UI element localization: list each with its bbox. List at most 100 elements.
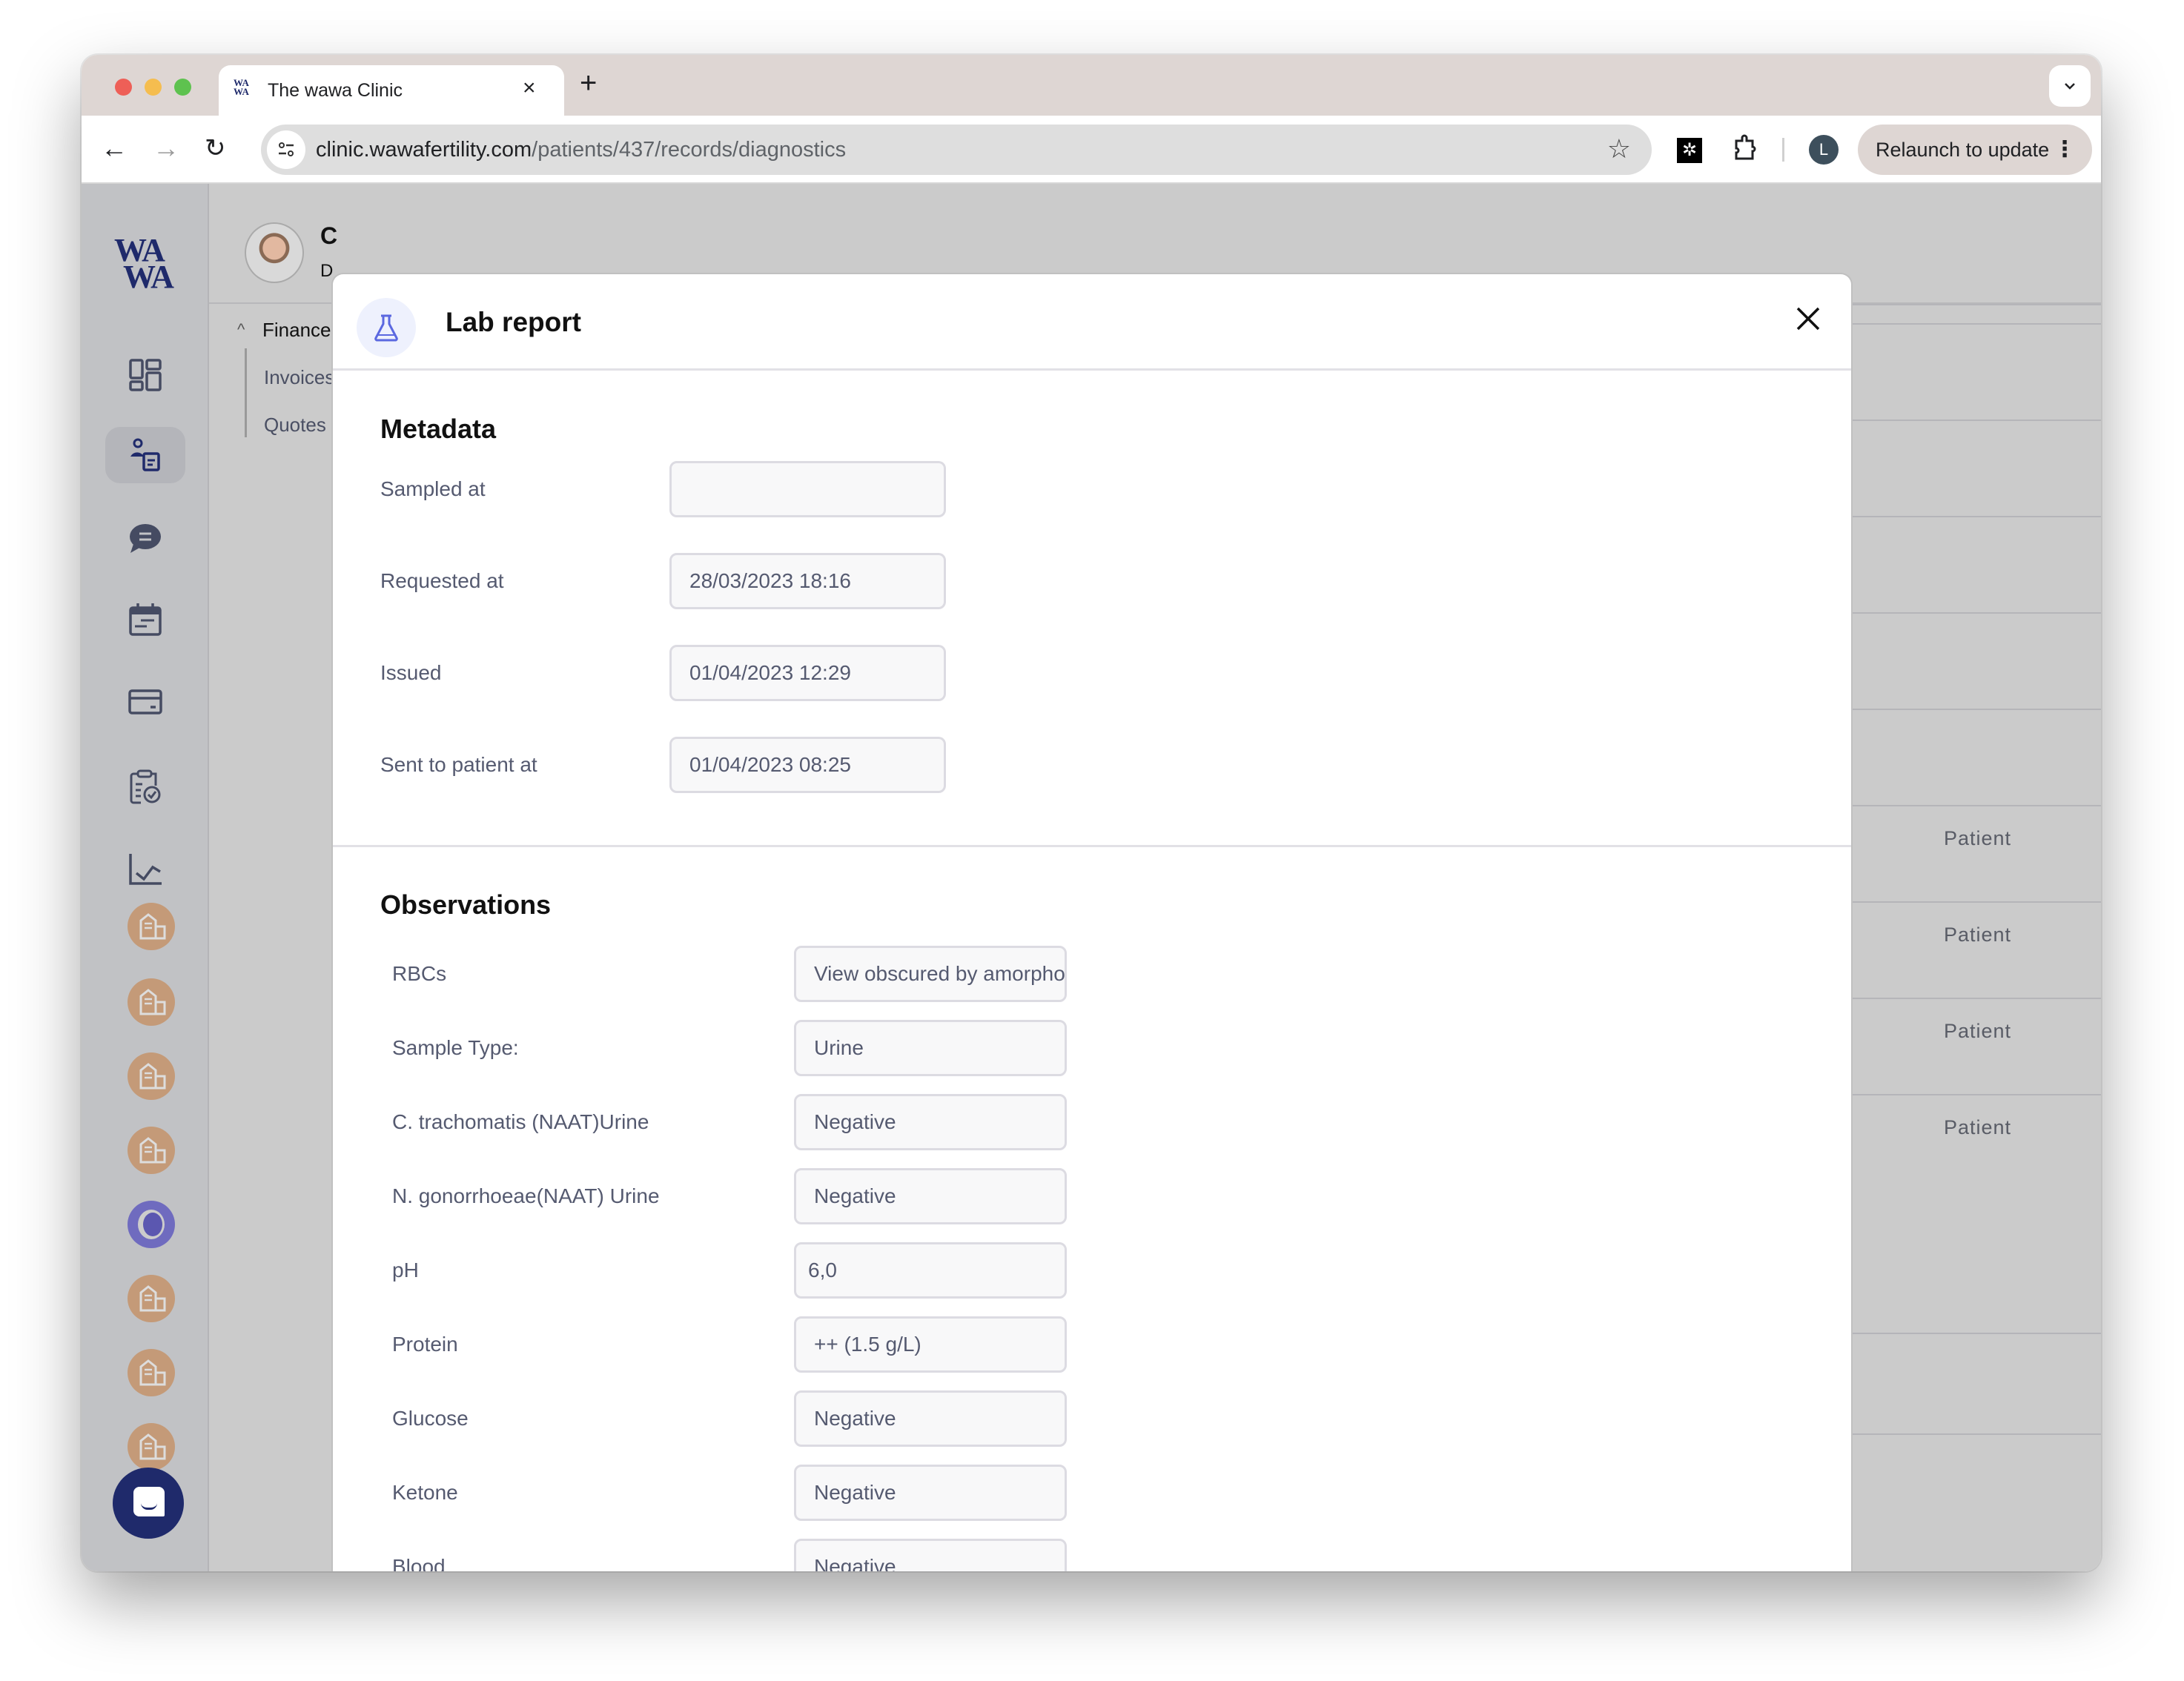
field-label: Sampled at bbox=[380, 477, 486, 500]
background-records-table: Patient Patient Patient Patient bbox=[1851, 304, 2101, 1571]
field-label: Issued bbox=[380, 661, 442, 684]
metadata-section-title: Metadata bbox=[380, 414, 497, 444]
observation-c-trachomatis-field[interactable]: Negative bbox=[794, 1094, 1067, 1150]
finance-item-quotes[interactable]: Quotes bbox=[264, 414, 326, 437]
observation-n-gonorrhoeae-field[interactable]: Negative bbox=[794, 1168, 1067, 1224]
new-tab-button[interactable]: + bbox=[580, 67, 597, 100]
site-settings-icon[interactable] bbox=[267, 130, 305, 169]
tab-search-dropdown-button[interactable] bbox=[2049, 65, 2091, 107]
window-close-button[interactable] bbox=[115, 79, 132, 96]
clinic-building-icon[interactable] bbox=[128, 1423, 175, 1471]
modal-title: Lab report bbox=[446, 307, 581, 337]
relaunch-to-update-button[interactable]: Relaunch to update ⋮ bbox=[1858, 125, 2092, 175]
app-content: WA WA C D ^ Finance Invoices Quotes Pati… bbox=[82, 184, 2101, 1571]
patient-subtitle: D bbox=[320, 261, 334, 281]
clinic-building-icon[interactable] bbox=[128, 1127, 175, 1174]
clinic-building-icon[interactable] bbox=[128, 1275, 175, 1322]
observations-section-title: Observations bbox=[380, 889, 552, 920]
finance-item-invoices[interactable]: Invoices bbox=[264, 366, 334, 389]
observation-label: RBCs bbox=[392, 962, 447, 985]
tab-title: The wawa Clinic bbox=[268, 80, 403, 101]
sidebar: WA WA bbox=[82, 184, 209, 1571]
messages-icon[interactable] bbox=[125, 517, 166, 559]
relaunch-label: Relaunch to update bbox=[1876, 139, 2050, 161]
field-label: Sent to patient at bbox=[380, 753, 537, 776]
patient-records-icon[interactable] bbox=[125, 434, 166, 476]
observation-label: Blood bbox=[392, 1555, 446, 1571]
clinic-building-icon[interactable] bbox=[128, 903, 175, 950]
toolbar-separator bbox=[1782, 138, 1784, 162]
observation-sample-type-field[interactable]: Urine bbox=[794, 1020, 1067, 1076]
clipboard-check-icon[interactable] bbox=[125, 766, 166, 808]
tab-bar: WA WA The wawa Clinic × + bbox=[82, 55, 2101, 116]
row-divider bbox=[1851, 709, 2101, 710]
browser-menu-icon[interactable]: ⋮ bbox=[2054, 125, 2076, 175]
extensions-puzzle-icon[interactable] bbox=[1732, 133, 1758, 170]
clinic-building-icon[interactable] bbox=[128, 978, 175, 1026]
wawa-logo[interactable]: WA WA bbox=[114, 234, 174, 294]
row-divider bbox=[1851, 901, 2101, 903]
payment-card-icon[interactable] bbox=[125, 682, 166, 723]
issued-field[interactable]: 01/04/2023 12:29 bbox=[669, 645, 946, 701]
extension-icon[interactable]: ✲ bbox=[1677, 138, 1702, 163]
finance-menu-title[interactable]: Finance bbox=[262, 319, 331, 342]
dashboard-icon[interactable] bbox=[125, 354, 166, 396]
observation-ph-field[interactable]: 6,0 bbox=[794, 1242, 1067, 1299]
row-divider bbox=[1851, 612, 2101, 614]
tab-close-icon[interactable]: × bbox=[523, 76, 536, 101]
table-row-type: Patient bbox=[1944, 827, 2012, 849]
forward-arrow-icon[interactable]: → bbox=[153, 132, 179, 165]
observation-label: C. trachomatis (NAAT)Urine bbox=[392, 1110, 649, 1133]
window-minimize-button[interactable] bbox=[145, 79, 162, 96]
url-path: /patients/437/records/diagnostics bbox=[532, 138, 847, 162]
row-divider bbox=[1851, 998, 2101, 999]
row-divider bbox=[1851, 1433, 2101, 1435]
observation-label: Glucose bbox=[392, 1407, 469, 1430]
browser-window: WA WA The wawa Clinic × + ← → ↻ clinic.wa… bbox=[82, 55, 2101, 1571]
observation-ketone-field[interactable]: Negative bbox=[794, 1465, 1067, 1521]
clinic-building-icon[interactable] bbox=[128, 1052, 175, 1100]
window-zoom-button[interactable] bbox=[174, 79, 191, 96]
address-bar[interactable]: clinic.wawafertility.com/patients/437/re… bbox=[261, 125, 1652, 175]
sampled-at-field[interactable] bbox=[669, 461, 946, 517]
sent-to-patient-at-field[interactable]: 01/04/2023 08:25 bbox=[669, 737, 946, 793]
clinic-logo-o-icon[interactable] bbox=[128, 1201, 175, 1248]
row-divider bbox=[1851, 805, 2101, 806]
table-row-type: Patient bbox=[1944, 924, 2012, 946]
observation-rbcs-field[interactable]: View obscured by amorphous bbox=[794, 946, 1067, 1002]
flask-icon-badge bbox=[357, 298, 416, 357]
flask-icon bbox=[374, 314, 398, 342]
analytics-chart-icon[interactable] bbox=[125, 848, 166, 889]
row-divider bbox=[1851, 1094, 2101, 1095]
wawa-favicon-icon: WA WA bbox=[234, 77, 249, 97]
menu-divider bbox=[245, 348, 247, 437]
modal-close-icon[interactable] bbox=[1793, 304, 1823, 334]
calendar-icon[interactable] bbox=[125, 599, 166, 640]
field-label: Requested at bbox=[380, 569, 504, 592]
observation-label: Sample Type: bbox=[392, 1036, 519, 1059]
tab-wawa-clinic[interactable]: WA WA The wawa Clinic × bbox=[219, 65, 564, 116]
row-divider bbox=[1851, 1333, 2101, 1334]
row-divider bbox=[1851, 420, 2101, 421]
observation-label: N. gonorrhoeae(NAAT) Urine bbox=[392, 1184, 660, 1207]
support-chat-button[interactable] bbox=[113, 1468, 184, 1539]
profile-avatar[interactable]: L bbox=[1809, 135, 1839, 165]
requested-at-field[interactable]: 28/03/2023 18:16 bbox=[669, 553, 946, 609]
reload-icon[interactable]: ↻ bbox=[205, 132, 226, 165]
observation-label: Ketone bbox=[392, 1481, 458, 1504]
observation-label: Protein bbox=[392, 1333, 458, 1356]
lab-report-modal: Lab report Metadata Sampled at Requested… bbox=[333, 274, 1851, 1571]
observation-blood-field[interactable]: Negative bbox=[794, 1539, 1067, 1571]
table-row-type: Patient bbox=[1944, 1020, 2012, 1042]
chat-bubble-icon bbox=[133, 1487, 165, 1516]
patient-name: C bbox=[320, 222, 338, 249]
observation-protein-field[interactable]: ++ (1.5 g/L) bbox=[794, 1316, 1067, 1373]
observation-glucose-field[interactable]: Negative bbox=[794, 1390, 1067, 1447]
back-arrow-icon[interactable]: ← bbox=[101, 132, 128, 165]
bookmark-star-icon[interactable]: ☆ bbox=[1607, 133, 1631, 165]
row-divider bbox=[1851, 516, 2101, 517]
clinic-building-icon[interactable] bbox=[128, 1349, 175, 1396]
chevron-up-icon[interactable]: ^ bbox=[237, 320, 245, 339]
table-row-type: Patient bbox=[1944, 1116, 2012, 1138]
url-text[interactable]: clinic.wawafertility.com/patients/437/re… bbox=[316, 138, 846, 162]
